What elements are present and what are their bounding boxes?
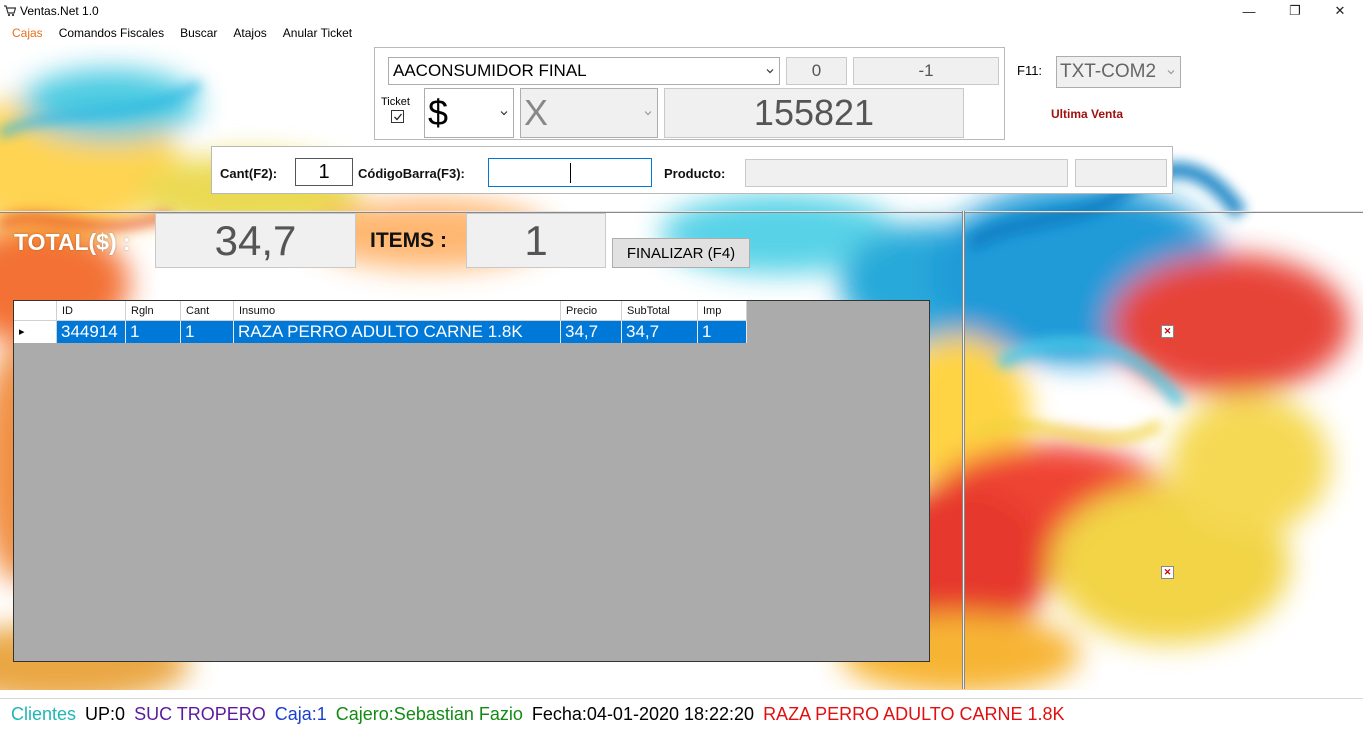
port-select-value: TXT-COM2 — [1060, 61, 1157, 82]
menu-bar: Cajas Comandos Fiscales Buscar Atajos An… — [0, 22, 1363, 44]
cell-cant[interactable]: 1 — [181, 321, 234, 343]
f11-label: F11: — [1017, 63, 1043, 78]
cell-rgln[interactable]: 1 — [126, 321, 181, 343]
cart-icon — [4, 5, 16, 17]
status-fecha: Fecha:04-01-2020 18:22:20 — [531, 703, 755, 724]
column-header-insumo[interactable]: Insumo — [234, 301, 561, 321]
menu-buscar[interactable]: Buscar — [172, 22, 225, 44]
column-header-rgln[interactable]: Rgln — [126, 301, 181, 321]
cant-label: Cant(F2): — [220, 166, 278, 181]
cell-insumo[interactable]: RAZA PERRO ADULTO CARNE 1.8K — [234, 321, 561, 343]
maximize-button[interactable]: ❐ — [1272, 0, 1318, 22]
cell-id[interactable]: 344914 — [57, 321, 126, 343]
currency-select[interactable]: $ — [424, 88, 514, 138]
finalize-button[interactable]: FINALIZAR (F4) — [612, 238, 750, 268]
chevron-down-icon — [766, 69, 774, 74]
status-caja: Caja:1 — [274, 703, 327, 724]
port-select[interactable]: TXT-COM2 — [1056, 56, 1181, 88]
window-title: Ventas.Net 1.0 — [20, 4, 99, 18]
column-header-subtotal[interactable]: SubTotal — [622, 301, 698, 321]
minimize-button[interactable]: — — [1226, 0, 1272, 22]
ultima-venta-link[interactable]: Ultima Venta — [1051, 107, 1123, 121]
barcode-label: CódigoBarra(F3): — [358, 166, 465, 181]
menu-cajas[interactable]: Cajas — [4, 22, 51, 44]
producto-label: Producto: — [664, 166, 726, 181]
menu-atajos[interactable]: Atajos — [225, 22, 274, 44]
grid-corner — [14, 301, 57, 321]
cell-subtotal[interactable]: 34,7 — [622, 321, 698, 343]
total-label: TOTAL($) : — [14, 229, 131, 255]
check-icon — [393, 113, 402, 120]
items-label: ITEMS : — [370, 229, 447, 252]
status-up: UP:0 — [85, 703, 126, 724]
field-minus-one: -1 — [853, 57, 999, 85]
items-value: 1 — [466, 213, 606, 268]
close-button[interactable]: ✕ — [1317, 0, 1363, 22]
cell-precio[interactable]: 34,7 — [561, 321, 622, 343]
producto-extra-field — [1075, 159, 1167, 187]
ticket-label: Ticket — [381, 96, 410, 108]
column-header-id[interactable]: ID — [57, 301, 126, 321]
menu-anular-ticket[interactable]: Anular Ticket — [275, 22, 360, 44]
title-bar: Ventas.Net 1.0 — ❐ ✕ — [0, 0, 1363, 22]
column-header-precio[interactable]: Precio — [561, 301, 622, 321]
type-select-value: X — [524, 92, 549, 133]
status-bar: Clientes UP:0 SUC TROPERO Caja:1 Cajero:… — [0, 698, 1363, 729]
status-sucursal: SUC TROPERO — [134, 703, 266, 724]
row-selector-icon[interactable]: ▸ — [14, 321, 57, 343]
chevron-down-icon — [1167, 70, 1175, 75]
producto-field — [745, 159, 1068, 187]
column-header-imp[interactable]: Imp — [698, 301, 747, 321]
ticket-checkbox[interactable] — [391, 110, 404, 123]
chevron-down-icon — [644, 111, 652, 116]
broken-image-icon: ✕ — [1161, 325, 1174, 338]
ticket-number: 155821 — [664, 88, 964, 138]
text-cursor — [570, 163, 571, 183]
client-select[interactable]: AACONSUMIDOR FINAL — [388, 57, 780, 85]
currency-select-value: $ — [428, 92, 449, 133]
chevron-down-icon — [500, 111, 508, 116]
broken-image-icon: ✕ — [1161, 566, 1174, 579]
cell-imp[interactable]: 1 — [698, 321, 747, 343]
items-grid[interactable]: ID Rgln Cant Insumo Precio SubTotal Imp … — [13, 300, 930, 662]
barcode-input[interactable] — [488, 158, 652, 187]
vertical-splitter[interactable] — [962, 211, 965, 689]
total-value: 34,7 — [155, 213, 356, 268]
column-header-cant[interactable]: Cant — [181, 301, 234, 321]
status-cajero: Cajero:Sebastian Fazio — [335, 703, 523, 724]
client-select-value: AACONSUMIDOR FINAL — [393, 61, 587, 80]
field-zero: 0 — [786, 57, 847, 85]
cant-input[interactable]: 1 — [295, 158, 353, 186]
type-select[interactable]: X — [520, 88, 658, 138]
menu-comandos-fiscales[interactable]: Comandos Fiscales — [51, 22, 172, 44]
status-producto: RAZA PERRO ADULTO CARNE 1.8K — [763, 703, 1065, 724]
status-clientes[interactable]: Clientes — [11, 704, 76, 725]
